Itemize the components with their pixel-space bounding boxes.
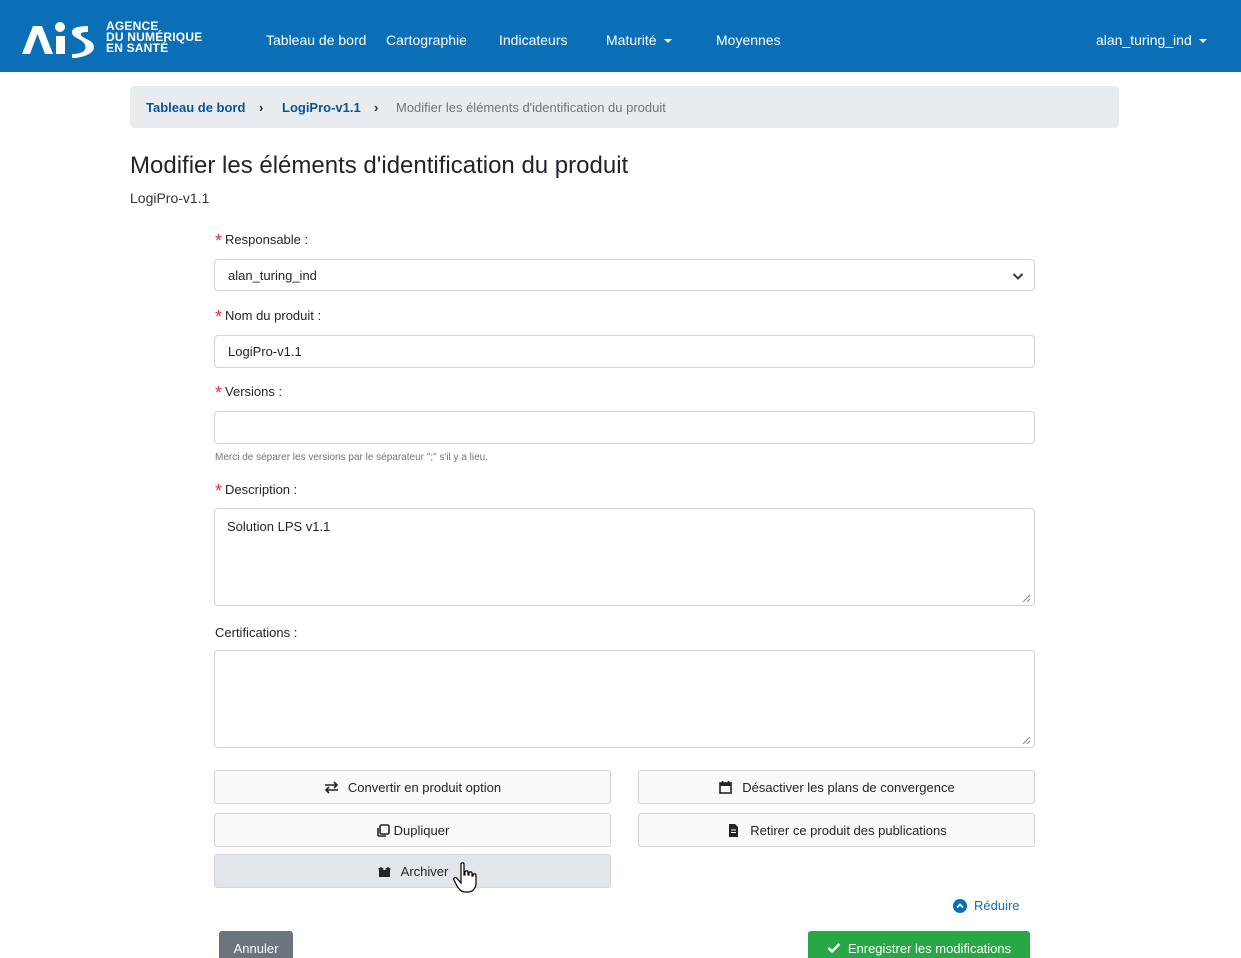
collapse-link[interactable]: Réduire bbox=[953, 898, 1020, 913]
save-button[interactable]: Enregistrer les modifications bbox=[808, 931, 1030, 958]
versions-help-text: Merci de séparer les versions par le sép… bbox=[215, 452, 489, 463]
hand-pointer-cursor-icon bbox=[453, 862, 477, 893]
breadcrumb-link-product[interactable]: LogiPro-v1.1 bbox=[282, 100, 361, 115]
calendar-icon bbox=[719, 780, 733, 794]
breadcrumb-separator-icon: › bbox=[259, 100, 264, 115]
description-value: Solution LPS v1.1 bbox=[227, 519, 331, 534]
versions-input[interactable] bbox=[214, 411, 1035, 444]
nav-item-moyennes[interactable]: Moyennes bbox=[716, 32, 781, 48]
check-icon bbox=[827, 943, 841, 954]
deactivate-convergence-button[interactable]: Désactiver les plans de convergence bbox=[638, 770, 1035, 804]
description-textarea[interactable]: Solution LPS v1.1 bbox=[214, 508, 1035, 606]
convert-to-option-label: Convertir en produit option bbox=[347, 779, 502, 795]
cancel-button[interactable]: Annuler bbox=[219, 931, 293, 958]
breadcrumb-link-dashboard[interactable]: Tableau de bord bbox=[146, 100, 245, 115]
certifications-textarea[interactable] bbox=[214, 650, 1035, 748]
archive-button[interactable]: Archiver bbox=[214, 854, 611, 888]
resize-handle-icon[interactable] bbox=[1021, 735, 1031, 745]
required-mark: * bbox=[215, 383, 223, 403]
required-mark: * bbox=[215, 231, 223, 251]
nom-label-text: Nom du produit : bbox=[225, 308, 322, 323]
description-label: * Description : bbox=[215, 481, 297, 502]
breadcrumb: Tableau de bord › LogiPro-v1.1 › Modifie… bbox=[130, 86, 1119, 128]
page-title: Modifier les éléments d'identification d… bbox=[130, 152, 629, 179]
responsable-label-text: Responsable : bbox=[225, 232, 309, 247]
versions-label-text: Versions : bbox=[225, 384, 283, 399]
duplicate-button[interactable]: Dupliquer bbox=[214, 813, 611, 847]
nav-item-cartographie[interactable]: Cartographie bbox=[386, 32, 467, 48]
logo-line-3: EN SANTÉ bbox=[106, 40, 169, 55]
required-mark: * bbox=[215, 307, 223, 327]
collapse-label: Réduire bbox=[974, 898, 1020, 913]
duplicate-label: Dupliquer bbox=[393, 822, 450, 838]
deactivate-convergence-label: Désactiver les plans de convergence bbox=[742, 779, 955, 795]
convert-to-option-button[interactable]: Convertir en produit option bbox=[214, 770, 611, 804]
certifications-label: Certifications : bbox=[215, 625, 298, 640]
breadcrumb-current: Modifier les éléments d'identification d… bbox=[396, 100, 666, 115]
copy-icon bbox=[376, 823, 390, 837]
breadcrumb-separator-icon: › bbox=[374, 100, 379, 115]
resize-handle-icon[interactable] bbox=[1021, 593, 1031, 603]
nav-item-tableau-de-bord[interactable]: Tableau de bord bbox=[266, 32, 366, 48]
versions-label: * Versions : bbox=[215, 383, 282, 404]
logo-text: AGENCE DU NUMÉRIQUE EN SANTÉ bbox=[106, 20, 202, 55]
withdraw-publications-button[interactable]: Retirer ce produit des publications bbox=[638, 813, 1035, 847]
description-label-text: Description : bbox=[225, 482, 298, 497]
required-mark: * bbox=[215, 481, 223, 501]
caret-down-icon bbox=[1198, 39, 1207, 43]
nav-item-indicateurs[interactable]: Indicateurs bbox=[499, 32, 567, 48]
user-menu[interactable]: alan_turing_ind bbox=[1096, 32, 1207, 48]
nom-produit-value: LogiPro-v1.1 bbox=[228, 344, 302, 359]
chevron-down-icon bbox=[1012, 273, 1024, 280]
nav-item-maturite[interactable]: Maturité bbox=[606, 32, 672, 48]
responsable-value: alan_turing_ind bbox=[228, 267, 317, 283]
user-name: alan_turing_ind bbox=[1096, 32, 1192, 48]
withdraw-publications-label: Retirer ce produit des publications bbox=[750, 822, 947, 838]
chevron-up-circle-icon bbox=[953, 898, 967, 913]
archive-label: Archiver bbox=[400, 863, 449, 879]
ans-logo-icon bbox=[22, 22, 94, 58]
nav-item-maturite-label: Maturité bbox=[606, 32, 657, 48]
responsable-label: * Responsable : bbox=[215, 231, 308, 252]
caret-down-icon bbox=[663, 39, 672, 43]
file-icon bbox=[729, 823, 739, 837]
top-navbar: AGENCE DU NUMÉRIQUE EN SANTÉ Tableau de … bbox=[0, 0, 1241, 72]
archive-boxes-icon bbox=[377, 866, 391, 877]
save-label: Enregistrer les modifications bbox=[847, 940, 1012, 956]
exchange-icon bbox=[324, 780, 339, 794]
nom-label: * Nom du produit : bbox=[215, 307, 321, 328]
ans-logo[interactable]: AGENCE DU NUMÉRIQUE EN SANTÉ bbox=[20, 14, 230, 60]
nom-produit-input[interactable]: LogiPro-v1.1 bbox=[214, 335, 1035, 368]
page-subtitle: LogiPro-v1.1 bbox=[130, 190, 210, 206]
responsable-select[interactable]: alan_turing_ind bbox=[214, 259, 1035, 291]
